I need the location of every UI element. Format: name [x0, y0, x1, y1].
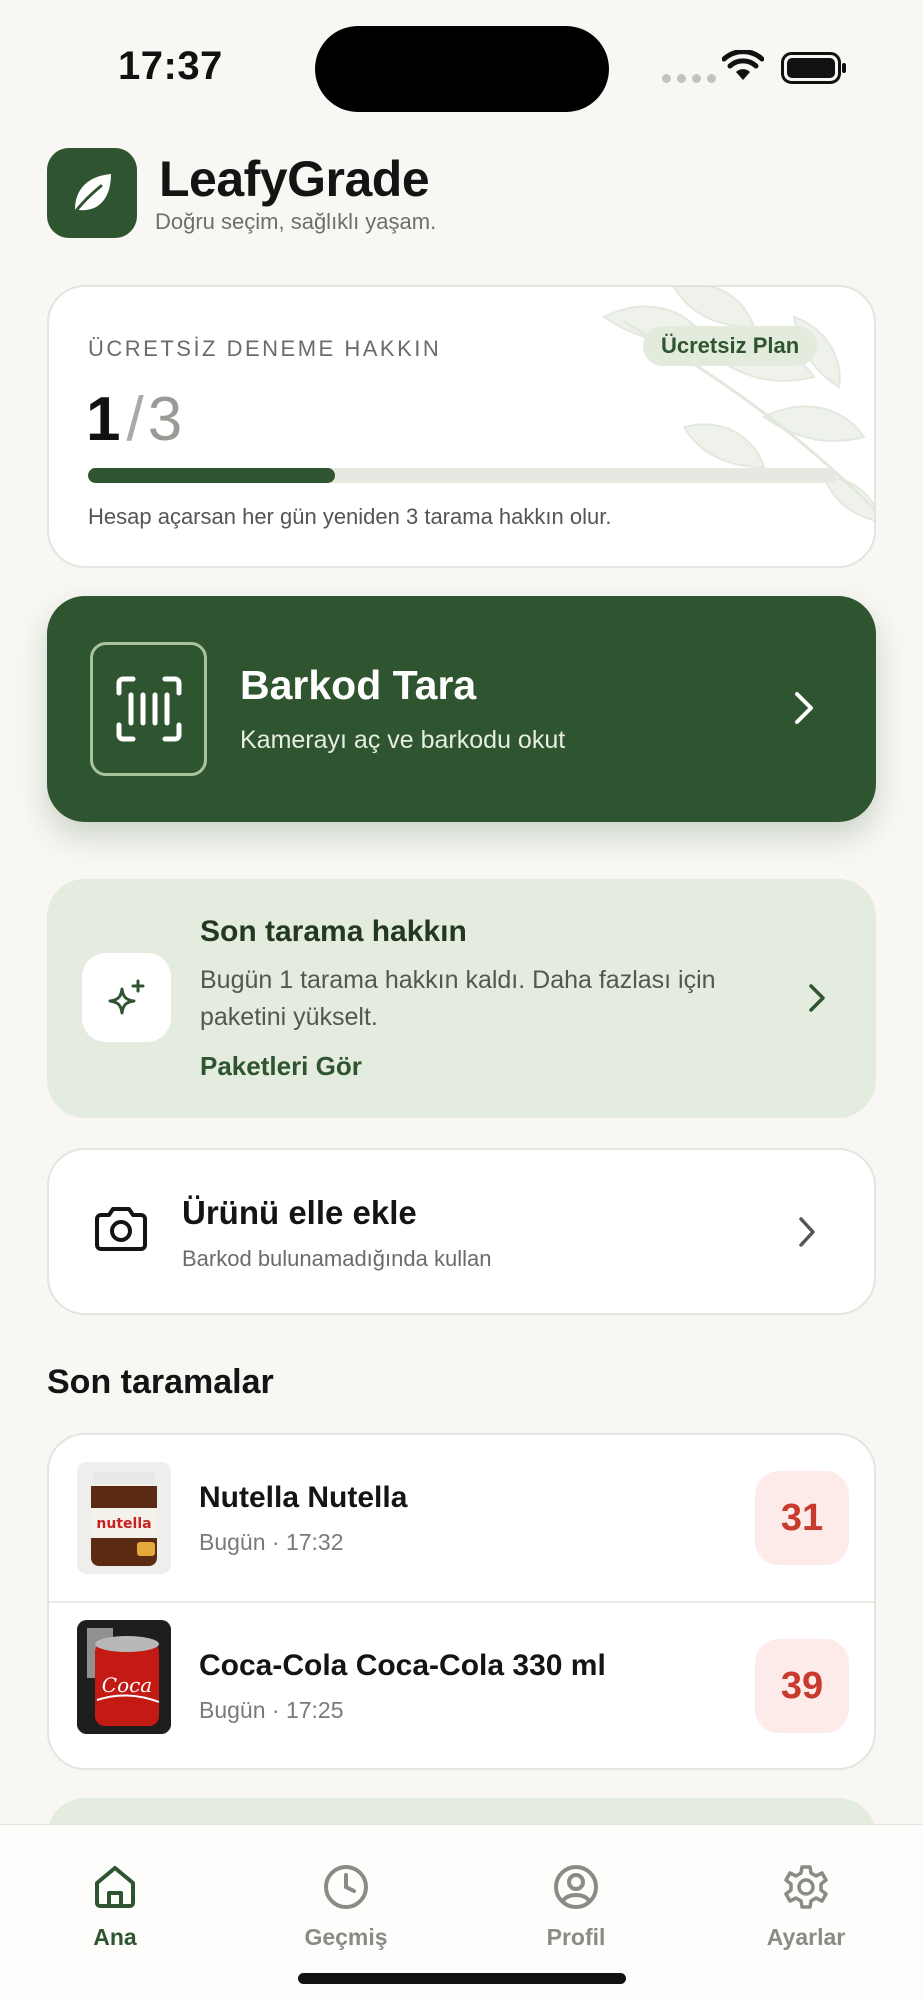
home-icon: [95, 1866, 135, 1908]
dynamic-island: [315, 26, 609, 112]
leaves-decoration: [602, 287, 874, 522]
scan-counter: 1/3: [86, 385, 182, 455]
app-logo: [47, 148, 137, 238]
barcode-scan-icon: [90, 642, 207, 776]
chevron-right-icon: [799, 1217, 815, 1247]
chevron-right-icon: [809, 984, 825, 1012]
list-item[interactable]: nutella Nutella Nutella Bugün · 17:32 31: [49, 1435, 874, 1601]
profile-icon: [554, 1865, 598, 1909]
tab-profile[interactable]: Profil: [501, 1863, 651, 1951]
tab-bar: Ana Geçmiş Profil Ayarlar: [0, 1824, 923, 2000]
scans-used: 1: [86, 385, 121, 454]
chevron-right-icon: [795, 692, 813, 724]
product-name: Nutella Nutella: [199, 1481, 408, 1514]
scan-time: Bugün · 17:32: [199, 1529, 344, 1555]
tab-settings[interactable]: Ayarlar: [731, 1863, 881, 1951]
view-packages-link[interactable]: Paketleri Gör: [200, 1051, 362, 1082]
score-badge: 31: [755, 1471, 849, 1565]
manual-add-subtitle: Barkod bulunamadığında kullan: [182, 1246, 492, 1271]
battery-icon: [781, 52, 846, 84]
home-indicator: [298, 1973, 626, 1984]
trial-card: ÜCRETSİZ DENEME HAKKIN Ücretsiz Plan 1/3…: [47, 285, 876, 568]
product-thumbnail: Coca: [77, 1620, 171, 1734]
recent-scans-list: nutella Nutella Nutella Bugün · 17:32 31…: [47, 1433, 876, 1770]
app-subtitle: Doğru seçim, sağlıklı yaşam.: [155, 209, 437, 234]
scan-subtitle: Kamerayı aç ve barkodu okut: [240, 726, 566, 754]
wifi-icon: [722, 50, 764, 80]
upgrade-text: Bugün 1 tarama hakkın kaldı. Daha fazlas…: [200, 966, 716, 1031]
upgrade-title: Son tarama hakkın: [200, 915, 467, 948]
status-time: 17:37: [118, 44, 223, 88]
gear-icon: [784, 1865, 828, 1909]
scan-title: Barkod Tara: [240, 662, 477, 708]
manual-add-button[interactable]: Ürünü elle ekle Barkod bulunamadığında k…: [47, 1148, 876, 1315]
leaf-icon: [73, 174, 111, 214]
counter-slash: /: [126, 385, 144, 454]
scan-time: Bugün · 17:25: [199, 1697, 344, 1723]
recent-scans-title: Son taramalar: [47, 1363, 274, 1401]
trial-progress-fill: [88, 468, 336, 483]
product-thumbnail: nutella: [77, 1462, 171, 1574]
scans-total: 3: [147, 385, 183, 454]
cellular-signal-icon: [662, 74, 716, 83]
barcode-scan-button[interactable]: Barkod Tara Kamerayı aç ve barkodu okut: [47, 596, 876, 822]
product-name: Coca-Cola Coca-Cola 330 ml: [199, 1649, 606, 1682]
tab-label: Ayarlar: [766, 1924, 846, 1950]
manual-add-title: Ürünü elle ekle: [182, 1194, 417, 1231]
tab-history[interactable]: Geçmiş: [271, 1863, 421, 1951]
plan-badge: Ücretsiz Plan: [643, 326, 818, 366]
app-title: LeafyGrade: [159, 151, 430, 207]
score-badge: 39: [755, 1639, 849, 1733]
sparkles-icon: [82, 953, 171, 1042]
upgrade-card[interactable]: Son tarama hakkın Bugün 1 tarama hakkın …: [47, 879, 876, 1118]
camera-icon: [95, 1207, 147, 1251]
tab-label: Geçmiş: [304, 1924, 388, 1950]
trial-progress-bar: [88, 468, 837, 483]
trial-label: ÜCRETSİZ DENEME HAKKIN: [88, 336, 442, 361]
tab-label: Profil: [546, 1924, 606, 1950]
list-item[interactable]: Coca Coca-Cola Coca-Cola 330 ml Bugün · …: [49, 1601, 874, 1767]
trial-note: Hesap açarsan her gün yeniden 3 tarama h…: [88, 504, 612, 529]
product-thumb-label: nutella: [96, 1516, 151, 1532]
clock-icon: [324, 1865, 368, 1909]
product-thumb-label: Coca: [102, 1673, 152, 1697]
tab-label: Ana: [93, 1924, 137, 1950]
tab-home[interactable]: Ana: [40, 1863, 190, 1951]
